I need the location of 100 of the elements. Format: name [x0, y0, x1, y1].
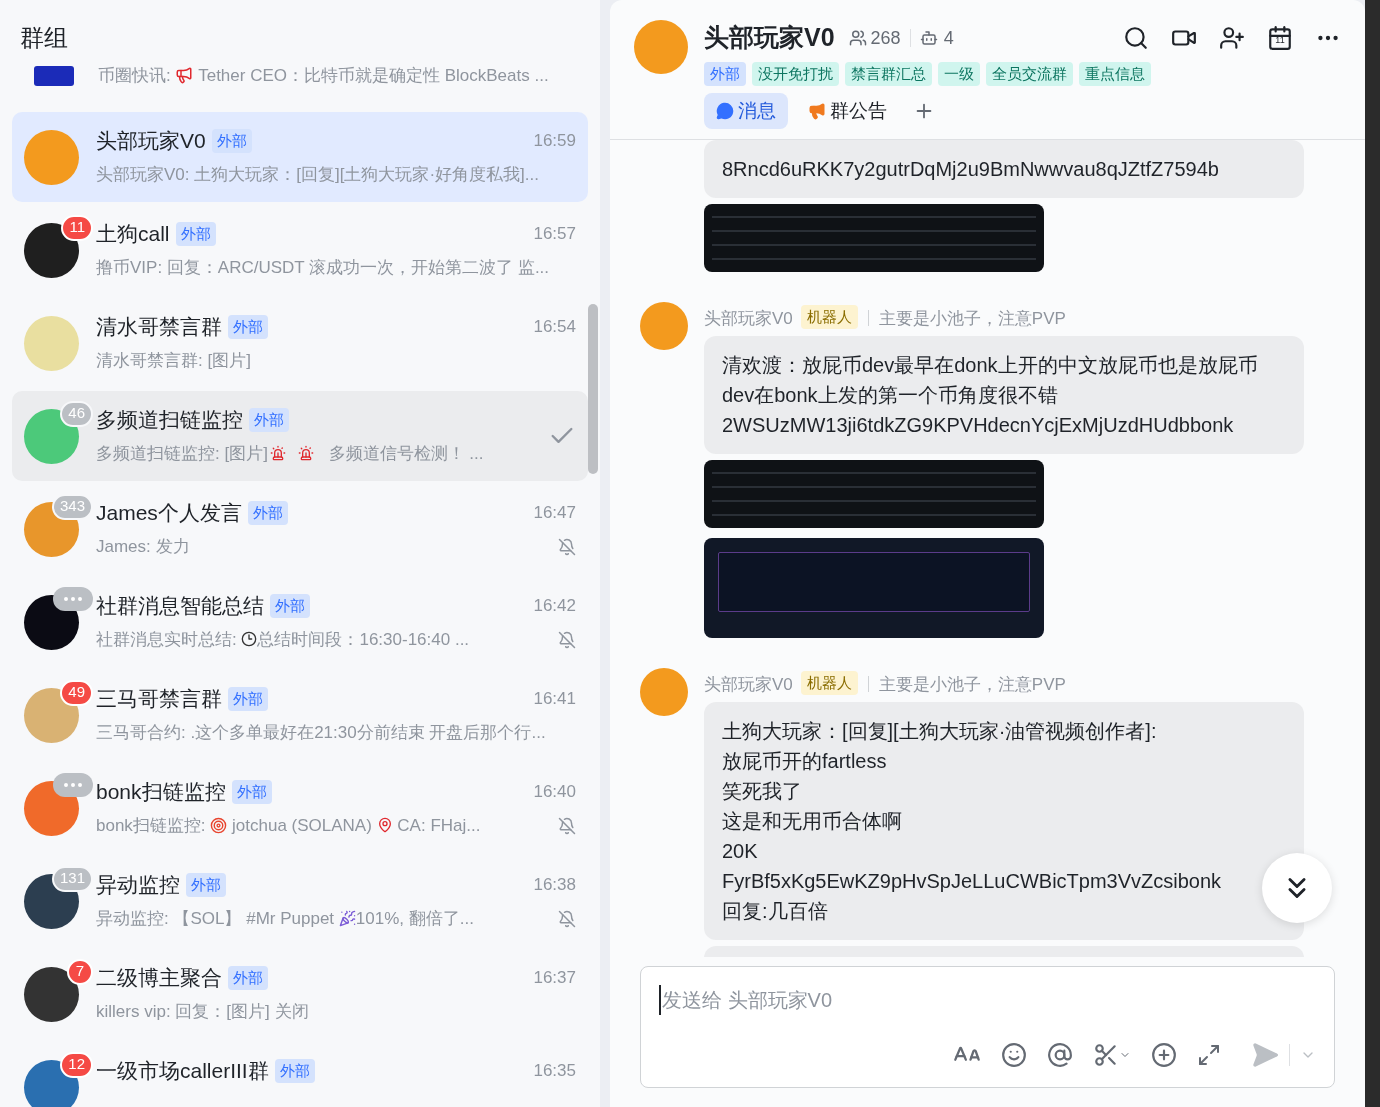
message-preview: 币圈快讯: Tether CEO：比特币就是确定性 BlockBeats ...: [98, 65, 549, 87]
chat-tab[interactable]: 群公告: [796, 93, 899, 129]
sender-name: 头部玩家V0: [704, 308, 793, 330]
search-icon[interactable]: [1123, 25, 1149, 51]
message-text: 回复:几百倍: [722, 899, 829, 924]
expand-icon[interactable]: [1197, 1043, 1221, 1067]
clock-icon: [241, 631, 258, 647]
chat-name: bonk扫链监控: [96, 779, 226, 805]
unread-badge: 46: [60, 400, 93, 427]
chat-list-item[interactable]: 343 James个人发言 外部 16:47 James: 发力: [12, 484, 588, 574]
unread-badge: 11: [61, 214, 93, 241]
group-tag: 一级: [938, 62, 980, 86]
message-text: 20K: [722, 839, 759, 864]
chat-list-item[interactable]: 131 异动监控 外部 16:38 异动监控: 【SOL】 #Mr Puppet 101%, 翻倍了...: [12, 856, 588, 946]
chat-name: 异动监控: [96, 872, 180, 898]
unread-badge: 7: [67, 958, 93, 985]
chat-time: 16:57: [533, 223, 576, 246]
chat-list-item[interactable]: 12 一级市场callerIII群 外部 16:35: [12, 1042, 588, 1107]
external-tag: 外部: [231, 780, 272, 804]
chat-time: 16:54: [533, 316, 576, 339]
chat-title: 头部玩家V0: [704, 22, 835, 54]
chat-name: 土狗call: [96, 221, 170, 247]
bot-tag: 机器人: [800, 671, 858, 695]
mention-icon[interactable]: [1047, 1042, 1073, 1068]
chat-time: 16:42: [533, 595, 576, 618]
message-preview: bonk扫链监控: jotchua (SOLANA) CA: FHaj...: [96, 815, 482, 837]
chat-name: 头部玩家V0: [96, 128, 206, 154]
external-tag: 外部: [249, 408, 289, 432]
chat-time: 16:38: [533, 874, 576, 897]
external-tag: 外部: [186, 873, 226, 897]
external-tag: 外部: [228, 315, 268, 339]
group-tag: 重点信息: [1079, 62, 1151, 86]
members-icon: [848, 29, 867, 47]
dots-badge-icon: [53, 772, 93, 797]
chat-list-item[interactable]: 7 二级博主聚合 外部 16:37 killers vip: 回复：[图片] 关闭: [12, 949, 588, 1039]
message-text: 2WSUzMW13ji6tdkZG9KPVHdecnYcjExMjUzdHUdbbonk: [722, 413, 1235, 438]
megaphone-icon: [175, 66, 194, 84]
message-preview: James: 发力: [96, 536, 191, 558]
external-tag: 外部: [175, 222, 216, 246]
chat-name: 二级博主聚合: [96, 965, 222, 991]
chat-list-item[interactable]: 头部玩家V0 外部 16:59 头部玩家V0: 土狗大玩家：[回复][土狗大玩家·好角度私我]...: [12, 112, 588, 202]
message-preview: 清水哥禁言群: [图片]: [96, 350, 252, 372]
external-tag: 外部: [270, 594, 310, 618]
chat-list-item[interactable]: 清水哥禁言群 外部 16:54 清水哥禁言群: [图片]: [12, 298, 588, 388]
message-preview: 三马哥合约: .这个多单最好在21:30分前结束 开盘后那个行...: [96, 722, 547, 744]
sender-name: 头部玩家V0: [704, 674, 793, 696]
chat-list-item[interactable]: 11 土狗call 外部 16:57 撸币VIP: 回复：ARC/USDT 滚成功一次，开始第二波了 监...: [12, 205, 588, 295]
external-tag: 外部: [211, 129, 252, 153]
pin-icon: [376, 817, 393, 833]
group-note: 主要是小池子，注意PVP: [878, 674, 1066, 696]
member-count[interactable]: 268: [870, 24, 901, 52]
chat-list-item[interactable]: 46 多频道扫链监控 外部 多频道扫链监控: [图片] 多频道信号检测！ ...: [12, 391, 588, 481]
screenshot-icon[interactable]: [1093, 1042, 1131, 1068]
message-preview: 头部玩家V0: 土狗大玩家：[回复][土狗大玩家·好角度私我]...: [96, 164, 540, 186]
sidebar-title: 群组: [19, 23, 69, 53]
add-member-icon[interactable]: [1219, 25, 1245, 51]
unread-badge: 12: [60, 1051, 93, 1078]
add-icon[interactable]: [1151, 1042, 1177, 1068]
chat-time: 16:59: [533, 130, 576, 153]
chat-time: 16:40: [533, 781, 576, 804]
chat-name: 多频道扫链监控: [96, 407, 243, 433]
message-text: FyrBf5xKg5EwKZ9pHvSpJeLLuCWBicTpm3VvZcsibonk: [722, 869, 1223, 894]
group-note: 主要是小池子，注意PVP: [878, 308, 1066, 330]
message-preview: 社群消息实时总结: 总结时间段：16:30-16:40 ...: [96, 629, 471, 651]
chat-list-item[interactable]: bonk扫链监控 外部 16:40 bonk扫链监控: jotchua (SOLANA) CA: FHaj...: [12, 763, 588, 853]
chat-time: 16:41: [533, 688, 576, 711]
calendar-icon[interactable]: 11: [1267, 25, 1293, 51]
chat-bubble-icon: [716, 102, 734, 120]
external-tag: 外部: [228, 966, 268, 990]
bot-tag: 机器人: [800, 305, 858, 329]
chat-time: 16:35: [533, 1060, 576, 1083]
group-tag: 外部: [704, 62, 746, 86]
chat-time: 16:37: [533, 967, 576, 990]
dots-badge-icon: [53, 586, 93, 611]
group-tag: 禁言群汇总: [845, 62, 932, 86]
message-preview: 多频道扫链监控: [图片] 多频道信号检测！ ...: [96, 443, 485, 465]
message-preview: 撸币VIP: 回复：ARC/USDT 滚成功一次，开始第二波了 监...: [96, 257, 551, 279]
emoji-icon[interactable]: [1001, 1042, 1027, 1068]
unread-badge: 49: [60, 679, 93, 706]
message-text: 土狗大玩家：[回复][土狗大玩家·油管视频创作者]:: [722, 719, 1158, 744]
chat-name: 一级市场callerIII群: [96, 1058, 269, 1084]
scrollbar-thumb[interactable]: [588, 304, 598, 474]
chat-list-item[interactable]: 49 三马哥禁言群 外部 16:41 三马哥合约: .这个多单最好在21:30分前结束 开盘后那个行...: [12, 670, 588, 760]
group-tag: 全员交流群: [986, 62, 1073, 86]
chat-name: James个人发言: [96, 500, 242, 526]
chat-list-item[interactable]: 社群消息智能总结 外部 16:42 社群消息实时总结: 总结时间段：16:30-16:40 ...: [12, 577, 588, 667]
target-icon: [210, 817, 228, 834]
message-field[interactable]: 发送给 头部玩家V0: [659, 985, 1316, 1015]
message-preview: 异动监控: 【SOL】 #Mr Puppet 101%, 翻倍了...: [96, 908, 475, 930]
party-popper-icon: [338, 910, 356, 927]
chat-tab[interactable]: 消息: [704, 93, 788, 129]
message-text: dev在bonk上发的第一个币角度很不错: [722, 383, 1059, 408]
unread-badge: 131: [51, 865, 93, 892]
bot-count[interactable]: 4: [943, 24, 954, 52]
message-input[interactable]: 发送给 头部玩家V0: [640, 966, 1335, 1088]
megaphone-icon: [808, 102, 826, 120]
message-preview: killers vip: 回复：[图片] 关闭: [96, 1001, 310, 1023]
message-text: 8Rncd6uRKK7y2gutrDqMj2u9BmNwwvau8qJZtfZ7594b: [722, 157, 1220, 182]
external-tag: 外部: [247, 501, 288, 525]
news-logo: [34, 66, 74, 86]
